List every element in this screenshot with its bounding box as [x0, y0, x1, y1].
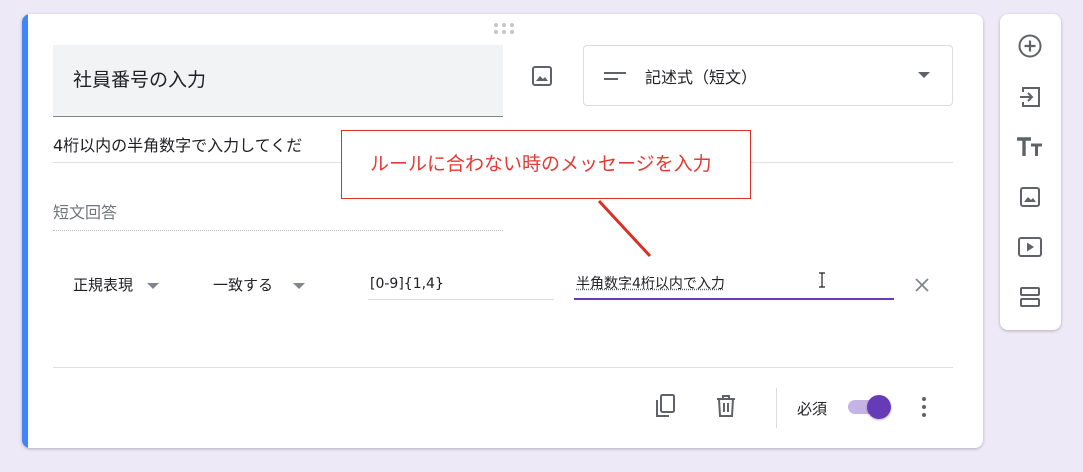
pattern-input[interactable]: [0-9]{1,4} [368, 268, 554, 300]
question-type-label: 記述式（短文） [645, 68, 758, 87]
import-questions-icon[interactable] [1015, 82, 1045, 112]
add-video-icon[interactable] [1015, 232, 1045, 262]
question-footer: 必須 [22, 386, 983, 430]
floating-side-toolbar [1000, 14, 1061, 330]
question-type-dropdown[interactable]: 記述式（短文） [583, 45, 953, 106]
add-section-icon[interactable] [1015, 282, 1045, 312]
add-image-icon[interactable] [1015, 182, 1045, 212]
chevron-down-icon [293, 282, 306, 289]
more-vert-icon[interactable] [914, 394, 934, 420]
short-answer-placeholder: 短文回答 [53, 200, 503, 231]
question-card: 社員番号の入力 記述式（短文） 4桁以内の半角数字で入力してくだ 短文回答 正規… [22, 14, 983, 448]
close-icon[interactable] [912, 275, 932, 295]
response-validation-row: 正規表現 一致する [0-9]{1,4} 半角数字4桁以内で入力 [53, 268, 953, 308]
custom-error-text-input[interactable]: 半角数字4桁以内で入力 [574, 268, 894, 300]
add-image-to-question-icon[interactable] [528, 62, 556, 90]
short-answer-icon [604, 69, 626, 83]
delete-icon[interactable] [713, 392, 739, 420]
question-title-text: 社員番号の入力 [73, 69, 207, 91]
chevron-down-icon [918, 72, 930, 78]
required-label: 必須 [797, 400, 828, 418]
description-text: 4桁以内の半角数字で入力してくだ [53, 136, 303, 155]
required-toggle[interactable] [848, 395, 892, 419]
active-card-indicator [22, 14, 28, 448]
validation-condition-select[interactable]: 一致する [213, 274, 306, 295]
text-cursor-icon [819, 272, 825, 288]
add-question-icon[interactable] [1015, 31, 1045, 61]
annotation-text: ルールに合わない時のメッセージを入力 [370, 153, 712, 175]
error-message-value: 半角数字4桁以内で入力 [576, 276, 725, 292]
add-title-icon[interactable] [1015, 132, 1045, 162]
pattern-value: [0-9]{1,4} [370, 276, 444, 292]
validation-category-label: 正規表現 [73, 276, 134, 294]
footer-vertical-divider [776, 388, 777, 428]
footer-divider [53, 367, 953, 368]
chevron-down-icon [147, 282, 160, 289]
annotation-callout: ルールに合わない時のメッセージを入力 [341, 130, 751, 199]
toggle-knob [867, 395, 891, 419]
validation-condition-label: 一致する [213, 276, 274, 294]
duplicate-icon[interactable] [653, 392, 679, 420]
drag-handle-icon[interactable] [494, 22, 516, 36]
annotation-pointer-line [597, 199, 652, 258]
answer-hint-text: 短文回答 [53, 203, 118, 222]
question-title-input[interactable]: 社員番号の入力 [53, 45, 503, 117]
validation-category-select[interactable]: 正規表現 [73, 274, 160, 295]
